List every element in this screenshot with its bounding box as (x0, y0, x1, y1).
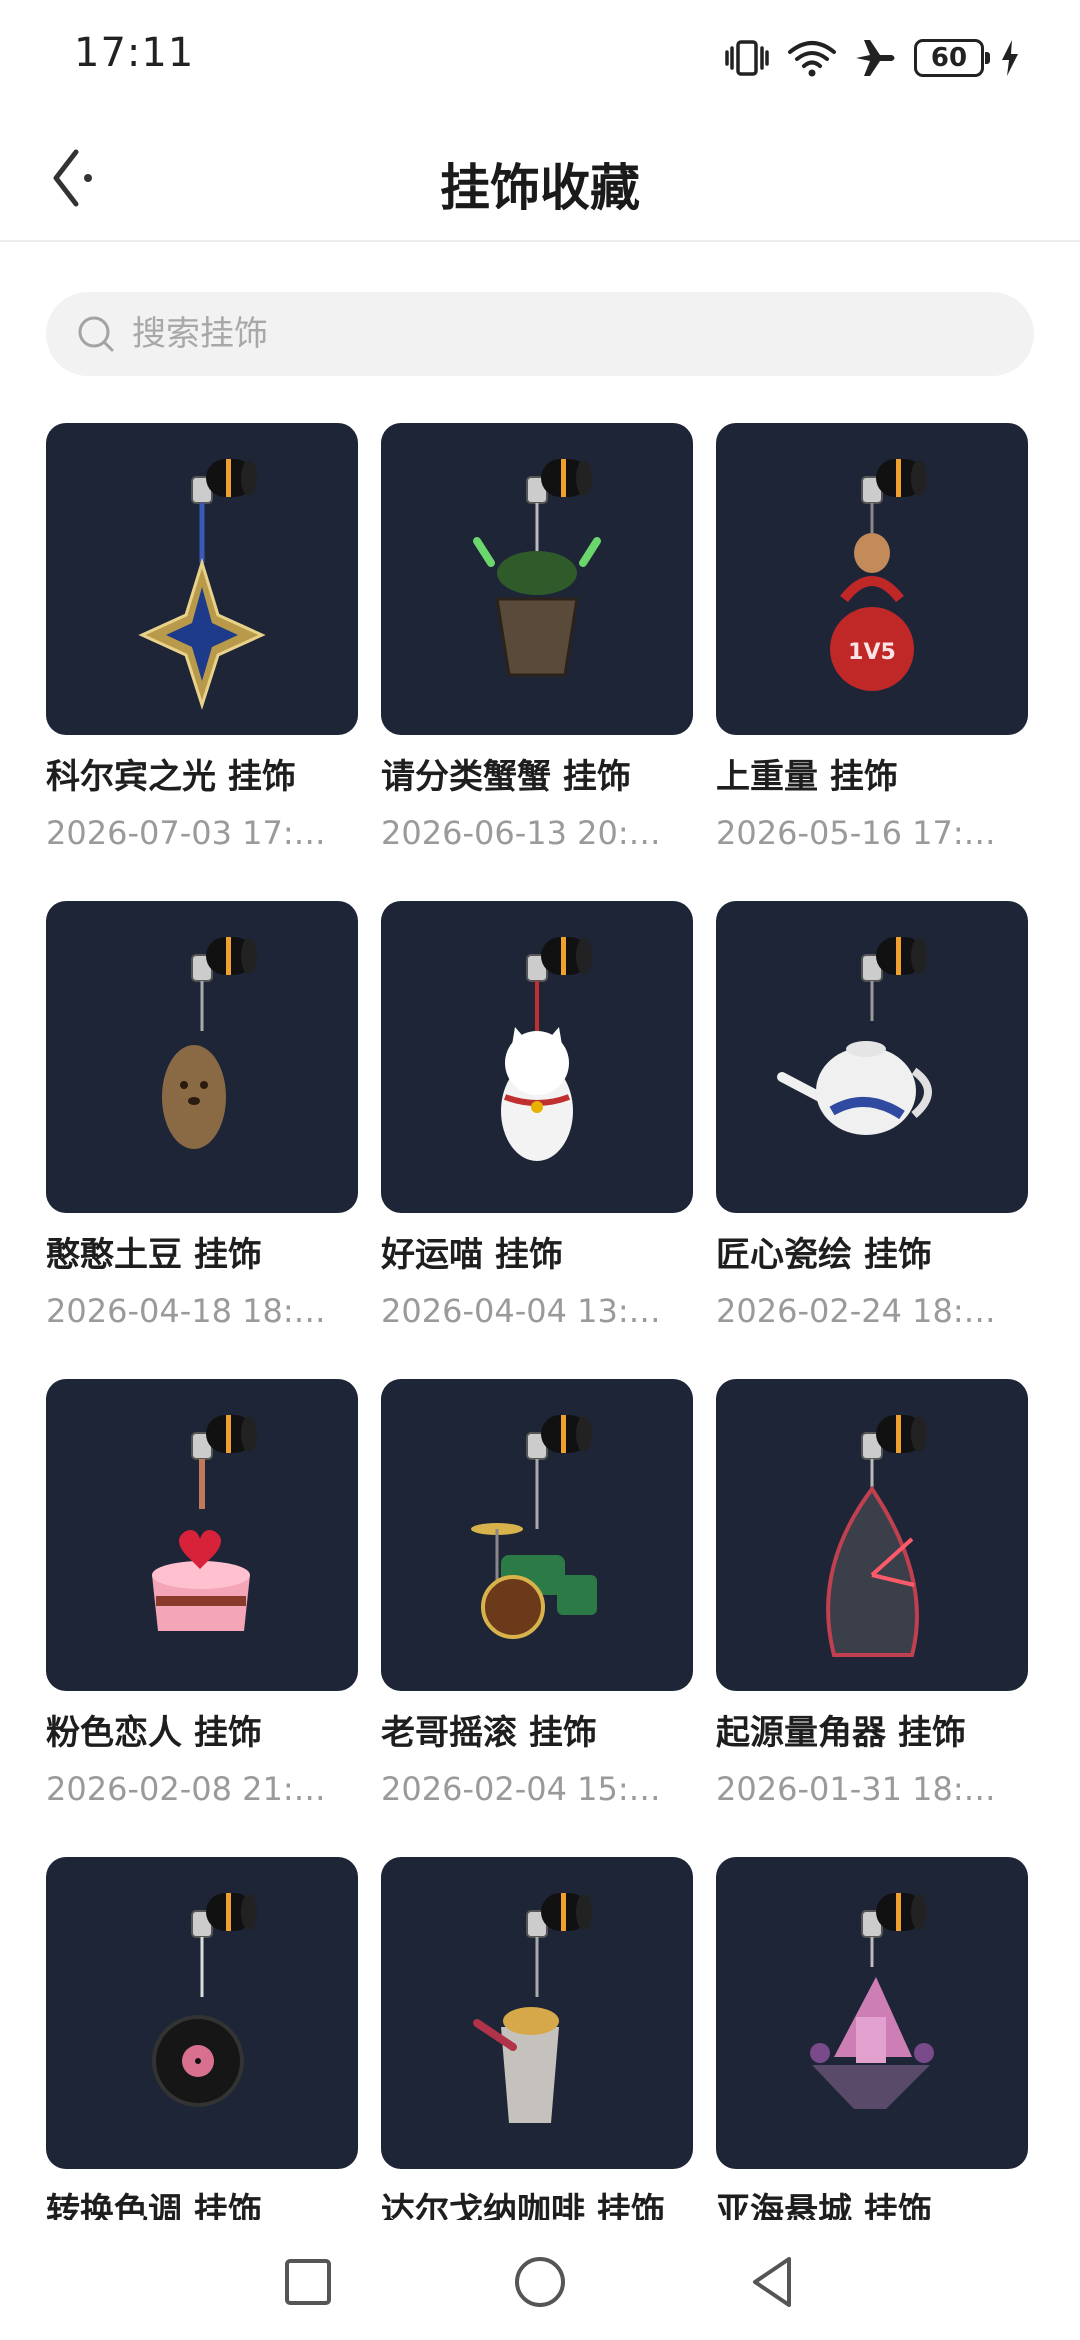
charm-name: 憨憨土豆 挂饰 (46, 1235, 262, 1275)
charm-name: 粉色恋人 挂饰 (46, 1713, 262, 1753)
teapot-charm-icon (777, 937, 932, 1135)
charm-date: 2026-07-03 17:… (46, 814, 326, 852)
coffee-charm-icon (473, 1893, 592, 2123)
charm-date: 2026-02-24 18:… (716, 1292, 996, 1330)
charm-date: 2026-06-13 20:… (381, 814, 661, 852)
island-charm-icon (810, 1893, 934, 2109)
charm-date: 2026-04-18 18:… (46, 1292, 326, 1330)
charm-name: 起源量角器 挂饰 (716, 1713, 966, 1753)
charm-card[interactable]: 起源量角器 挂饰 2026-01-31 18:… (716, 1379, 1028, 1857)
charm-thumbnail (46, 423, 358, 735)
charm-thumbnail (381, 1857, 693, 2169)
charging-icon (1000, 38, 1020, 78)
charm-name: 科尔宾之光 挂饰 (46, 757, 296, 797)
charm-name: 请分类蟹蟹 挂饰 (381, 757, 631, 797)
charm-name: 亚海悬城 挂饰 (716, 2191, 932, 2223)
airplane-icon (854, 38, 898, 78)
charm-thumbnail (716, 901, 1028, 1213)
protractor-charm-icon (826, 1415, 927, 1657)
charm-thumbnail (381, 1379, 693, 1691)
header: 挂饰收藏 (0, 120, 1080, 242)
drums-charm-icon (471, 1415, 597, 1639)
charm-card[interactable]: 请分类蟹蟹 挂饰 2026-06-13 20:… (381, 423, 693, 901)
charm-thumbnail (46, 1379, 358, 1691)
potato-charm-icon (162, 937, 257, 1149)
home-button[interactable] (510, 2252, 570, 2312)
charm-date: 2026-05-16 17:… (716, 814, 996, 852)
charm-date: 2026-01-31 18:… (716, 1770, 996, 1808)
charm-card[interactable]: 匠心瓷绘 挂饰 2026-02-24 18:… (716, 901, 1028, 1379)
charm-name: 达尔戈纳咖啡 挂饰 (381, 2191, 665, 2223)
status-time: 17:11 (74, 30, 195, 76)
triangle-back-icon (753, 2257, 791, 2307)
status-icons: 60 (724, 34, 1020, 82)
charm-thumbnail (381, 423, 693, 735)
charm-card[interactable]: 粉色恋人 挂饰 2026-02-08 21:… (46, 1379, 358, 1857)
charm-name: 转换色调 挂饰 (46, 2191, 262, 2223)
charm-name: 匠心瓷绘 挂饰 (716, 1235, 932, 1275)
kettlebell-charm-icon: 1V5 (830, 459, 927, 691)
charm-card[interactable]: 憨憨土豆 挂饰 2026-04-18 18:… (46, 901, 358, 1379)
charm-date: 2026-04-04 13:… (381, 1292, 661, 1330)
search-bar[interactable] (46, 292, 1034, 376)
page-title: 挂饰收藏 (440, 159, 640, 217)
charm-date: 2026-02-04 15:… (381, 1770, 661, 1808)
charm-card[interactable]: 亚海悬城 挂饰 (716, 1857, 1028, 2223)
charm-grid: 科尔宾之光 挂饰 2026-07-03 17:… 请分类蟹蟹 挂饰 2026-06-1… (46, 423, 1046, 2223)
charm-thumbnail (716, 1857, 1028, 2169)
status-bar: 17:11 60 (0, 0, 1080, 120)
charm-card[interactable]: 老哥摇滚 挂饰 2026-02-04 15:… (381, 1379, 693, 1857)
wifi-icon (786, 38, 838, 78)
cake-charm-icon (152, 1415, 257, 1631)
circle-icon (515, 2257, 565, 2307)
basket-charm-icon (473, 459, 601, 677)
search-input[interactable] (132, 314, 1034, 354)
square-icon (285, 2259, 331, 2305)
charm-badge-text: 1V5 (848, 640, 896, 665)
charm-card[interactable]: 达尔戈纳咖啡 挂饰 (381, 1857, 693, 2223)
charm-date: 2026-02-08 21:… (46, 1770, 326, 1808)
search-icon (78, 316, 114, 352)
charm-card[interactable]: 1V5 上重量 挂饰 2026-05-16 17:… (716, 423, 1028, 901)
charm-card[interactable]: 科尔宾之光 挂饰 2026-07-03 17:… (46, 423, 358, 901)
charm-name: 老哥摇滚 挂饰 (381, 1713, 597, 1753)
system-nav-bar (0, 2220, 1080, 2340)
charm-thumbnail: 1V5 (716, 423, 1028, 735)
battery-level: 60 (930, 43, 968, 73)
charm-thumbnail (381, 901, 693, 1213)
charm-thumbnail (46, 901, 358, 1213)
charm-name: 好运喵 挂饰 (381, 1235, 563, 1275)
cat-charm-icon (501, 937, 592, 1161)
charm-thumbnail (46, 1857, 358, 2169)
charm-name: 上重量 挂饰 (716, 757, 898, 797)
vibrate-icon (724, 38, 770, 78)
vinyl-charm-icon (152, 1893, 257, 2107)
charm-card[interactable]: 转换色调 挂饰 (46, 1857, 358, 2223)
star-charm-icon (138, 459, 266, 710)
charm-card[interactable]: 好运喵 挂饰 2026-04-04 13:… (381, 901, 693, 1379)
charm-thumbnail (716, 1379, 1028, 1691)
battery-icon: 60 (914, 39, 990, 77)
recents-button[interactable] (278, 2252, 338, 2312)
nav-back-button[interactable] (742, 2252, 802, 2312)
app-root: 17:11 60 挂饰收藏 搜索挂饰 科尔宾之光 挂饰 2026-07-03 1… (0, 0, 1080, 2340)
